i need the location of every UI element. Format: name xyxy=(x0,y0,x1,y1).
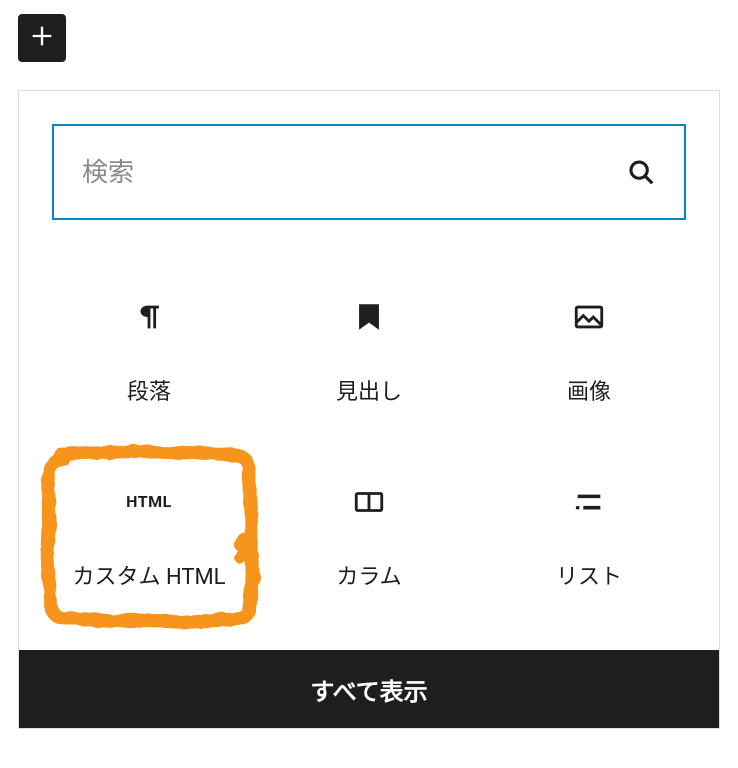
block-label: カスタム HTML xyxy=(72,559,225,591)
block-paragraph[interactable]: 段落 xyxy=(39,260,259,445)
block-label: カラム xyxy=(336,559,401,591)
block-heading[interactable]: 見出し xyxy=(259,260,479,445)
block-image[interactable]: 画像 xyxy=(479,260,699,445)
highlight-annotation xyxy=(37,443,261,631)
block-label: 見出し xyxy=(336,374,402,406)
block-label: 画像 xyxy=(567,374,611,406)
bookmark-icon xyxy=(352,300,386,334)
html-icon: HTML xyxy=(132,485,166,519)
list-icon xyxy=(572,485,606,519)
image-icon xyxy=(572,300,606,334)
pilcrow-icon xyxy=(132,300,166,334)
search-box[interactable] xyxy=(52,124,686,220)
block-columns[interactable]: カラム xyxy=(259,445,479,630)
block-label: 段落 xyxy=(127,374,171,406)
block-label: リスト xyxy=(556,559,622,591)
block-list[interactable]: リスト xyxy=(479,445,699,630)
columns-icon xyxy=(352,485,386,519)
blocks-grid: 段落 見出し 画像 xyxy=(19,240,719,650)
show-all-button[interactable]: すべて表示 xyxy=(19,650,719,728)
search-icon xyxy=(626,157,656,187)
block-custom-html[interactable]: HTML カスタム HTML xyxy=(39,445,259,630)
show-all-label: すべて表示 xyxy=(310,672,427,707)
plus-icon xyxy=(28,22,56,54)
search-container xyxy=(19,91,719,240)
block-inserter-panel: 段落 見出し 画像 xyxy=(18,90,720,729)
add-block-button[interactable] xyxy=(18,14,66,62)
search-input[interactable] xyxy=(82,157,626,188)
